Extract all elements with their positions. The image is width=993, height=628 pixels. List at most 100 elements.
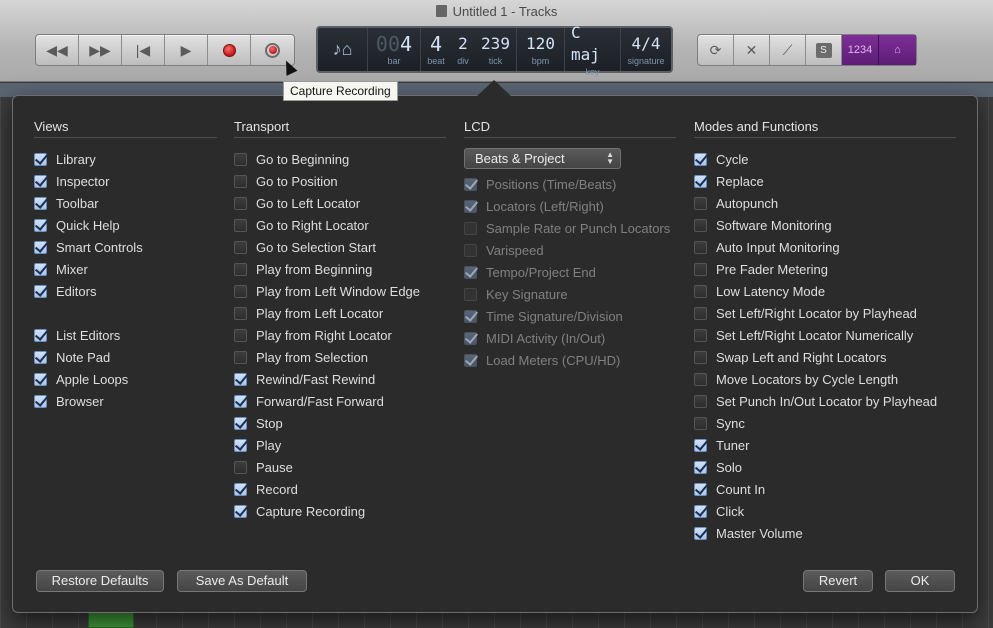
checkbox-unchecked[interactable] [234,306,247,320]
checkbox-option[interactable]: Quick Help [34,214,217,236]
checkbox-option[interactable]: Smart Controls [34,236,217,258]
checkbox-checked[interactable] [34,196,47,210]
tuner-button[interactable]: ⟋ [770,35,806,65]
checkbox-option[interactable]: Editors [34,280,217,302]
lcd-display[interactable]: ♪⌂ 004 bar 4 beat 2 div 239 tick 120 bpm… [316,23,673,77]
checkbox-option[interactable]: Toolbar [34,192,217,214]
checkbox-option[interactable]: Sample Rate or Punch Locators [464,217,676,239]
checkbox-option[interactable]: Master Volume [694,522,956,544]
checkbox-unchecked[interactable] [234,174,247,188]
checkbox-option[interactable]: Play from Beginning [234,258,446,280]
checkbox-unchecked[interactable] [234,262,247,276]
checkbox-option[interactable]: Pre Fader Metering [694,258,956,280]
checkbox-unchecked[interactable] [464,243,477,257]
checkbox-unchecked[interactable] [694,350,707,364]
replace-button[interactable]: ✕ [734,35,770,65]
checkbox-option[interactable]: Click [694,500,956,522]
lcd-mode-icon[interactable]: ♪⌂ [318,28,368,71]
checkbox-option[interactable]: Load Meters (CPU/HD) [464,349,676,371]
checkbox-option[interactable]: Inspector [34,170,217,192]
checkbox-checked[interactable] [464,353,477,367]
checkbox-checked[interactable] [34,350,47,364]
checkbox-option[interactable]: Play from Left Locator [234,302,446,324]
checkbox-option[interactable]: Cycle [694,148,956,170]
checkbox-unchecked[interactable] [234,284,247,298]
checkbox-checked[interactable] [34,262,47,276]
checkbox-checked[interactable] [464,265,477,279]
metronome-button[interactable]: ⌂ [879,35,916,65]
checkbox-checked[interactable] [464,199,477,213]
checkbox-checked[interactable] [234,504,247,518]
rewind-button[interactable]: ◀◀ [36,35,79,65]
checkbox-unchecked[interactable] [694,196,707,210]
checkbox-option[interactable]: Solo [694,456,956,478]
checkbox-checked[interactable] [34,152,47,166]
lcd-tempo[interactable]: 120 bpm [517,28,565,71]
checkbox-option[interactable]: Play from Selection [234,346,446,368]
record-button[interactable] [208,35,251,65]
checkbox-option[interactable]: Forward/Fast Forward [234,390,446,412]
checkbox-option[interactable]: Locators (Left/Right) [464,195,676,217]
checkbox-option[interactable]: Go to Left Locator [234,192,446,214]
checkbox-option[interactable]: Low Latency Mode [694,280,956,302]
checkbox-unchecked[interactable] [694,284,707,298]
checkbox-checked[interactable] [464,331,477,345]
checkbox-checked[interactable] [464,309,477,323]
checkbox-unchecked[interactable] [234,460,247,474]
checkbox-checked[interactable] [694,174,707,188]
count-in-button[interactable]: 1234 [842,35,879,65]
checkbox-checked[interactable] [34,240,47,254]
checkbox-checked[interactable] [34,284,47,298]
checkbox-option[interactable]: Record [234,478,446,500]
checkbox-checked[interactable] [234,482,247,496]
save-as-default-button[interactable]: Save As Default [177,570,307,592]
go-to-beginning-button[interactable]: |◀ [122,35,165,65]
checkbox-option[interactable]: Go to Position [234,170,446,192]
checkbox-option[interactable]: Tempo/Project End [464,261,676,283]
checkbox-unchecked[interactable] [694,372,707,386]
lcd-mode-select[interactable]: Beats & Project ▲ ▼ [464,148,621,169]
checkbox-unchecked[interactable] [694,306,707,320]
checkbox-option[interactable]: Auto Input Monitoring [694,236,956,258]
checkbox-option[interactable]: Play from Right Locator [234,324,446,346]
checkbox-checked[interactable] [694,438,707,452]
checkbox-checked[interactable] [34,328,47,342]
checkbox-unchecked[interactable] [234,350,247,364]
checkbox-option[interactable]: Library [34,148,217,170]
checkbox-unchecked[interactable] [694,240,707,254]
checkbox-option[interactable]: Set Punch In/Out Locator by Playhead [694,390,956,412]
checkbox-option[interactable]: Autopunch [694,192,956,214]
checkbox-option[interactable]: Key Signature [464,283,676,305]
ok-button[interactable]: OK [885,570,955,592]
lcd-key[interactable]: C maj key [565,23,621,77]
checkbox-checked[interactable] [234,372,247,386]
checkbox-checked[interactable] [234,394,247,408]
checkbox-option[interactable]: List Editors [34,324,217,346]
checkbox-checked[interactable] [694,482,707,496]
checkbox-option[interactable]: Apple Loops [34,368,217,390]
cycle-button[interactable]: ⟳ [698,35,734,65]
checkbox-checked[interactable] [234,416,247,430]
checkbox-option[interactable]: Browser [34,390,217,412]
checkbox-checked[interactable] [234,438,247,452]
checkbox-checked[interactable] [694,504,707,518]
checkbox-checked[interactable] [464,177,477,191]
checkbox-option[interactable]: Sync [694,412,956,434]
checkbox-option[interactable]: Pause [234,456,446,478]
checkbox-unchecked[interactable] [464,221,477,235]
checkbox-option[interactable]: Note Pad [34,346,217,368]
checkbox-unchecked[interactable] [234,196,247,210]
checkbox-option[interactable]: Count In [694,478,956,500]
checkbox-unchecked[interactable] [234,218,247,232]
checkbox-option[interactable]: Mixer [34,258,217,280]
checkbox-unchecked[interactable] [234,152,247,166]
checkbox-unchecked[interactable] [694,394,707,408]
checkbox-option[interactable]: Tuner [694,434,956,456]
checkbox-checked[interactable] [34,394,47,408]
checkbox-checked[interactable] [34,218,47,232]
checkbox-option[interactable]: Swap Left and Right Locators [694,346,956,368]
checkbox-checked[interactable] [694,152,707,166]
checkbox-option[interactable]: Play from Left Window Edge [234,280,446,302]
revert-button[interactable]: Revert [803,570,873,592]
solo-button[interactable]: S [806,35,842,65]
